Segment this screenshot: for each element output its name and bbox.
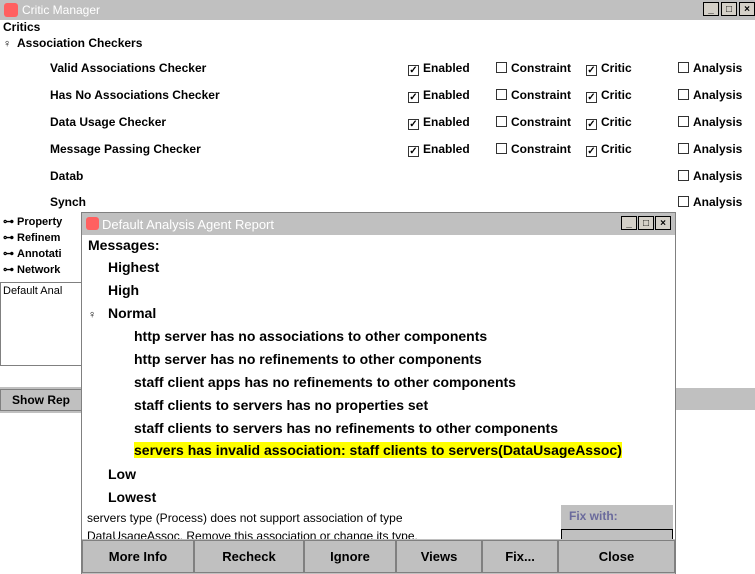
collapsed-node-icon: ⊶ — [3, 248, 14, 260]
checked-icon: ✓ — [408, 92, 419, 103]
app-icon — [4, 3, 18, 17]
level-lowest[interactable]: Lowest — [108, 489, 156, 505]
app-icon — [86, 217, 99, 230]
enabled-checkbox[interactable]: ✓ Enabled — [408, 115, 470, 130]
window-titlebar: Critic Manager _ □ × — [0, 0, 755, 20]
ignore-button[interactable]: Ignore — [304, 540, 396, 573]
expanded-node-icon: ♀ — [88, 309, 97, 321]
level-normal[interactable]: ♀ Normal — [88, 305, 156, 321]
critic-checkbox[interactable]: ✓ Critic — [586, 115, 632, 130]
critic-checkbox[interactable]: ✓ Critic — [586, 142, 632, 157]
critic-label[interactable]: Data Usage Checker — [50, 115, 166, 129]
recheck-button[interactable]: Recheck — [194, 540, 304, 573]
unchecked-icon — [678, 62, 689, 73]
close-dialog-button[interactable]: Close — [558, 540, 675, 573]
checked-icon: ✓ — [586, 92, 597, 103]
tree-node-annotation[interactable]: ⊶ Annotati — [3, 247, 62, 260]
critic-checkbox[interactable]: ✓ Critic — [586, 88, 632, 103]
more-info-button[interactable]: More Info — [82, 540, 194, 573]
message-item[interactable]: staff clients to servers has no properti… — [134, 397, 428, 413]
unchecked-icon — [496, 116, 507, 127]
panel-text: Default Anal — [3, 285, 63, 297]
constraint-checkbox[interactable]: Constraint — [496, 142, 571, 156]
dialog-titlebar: Default Analysis Agent Report _ □ × — [82, 213, 675, 235]
constraint-checkbox[interactable]: Constraint — [496, 61, 571, 75]
checked-icon: ✓ — [586, 65, 597, 76]
message-item[interactable]: staff clients to servers has no refineme… — [134, 420, 558, 436]
messages-label: Messages: — [88, 237, 160, 253]
critic-label[interactable]: Message Passing Checker — [50, 142, 201, 156]
enabled-checkbox[interactable]: ✓ Enabled — [408, 142, 470, 157]
bottom-bar-right — [668, 388, 755, 410]
collapsed-node-icon: ⊶ — [3, 264, 14, 276]
unchecked-icon — [678, 170, 689, 181]
critic-label[interactable]: Synch — [50, 195, 86, 209]
critic-label[interactable]: Datab — [50, 169, 83, 183]
critics-header: Critics — [3, 20, 41, 34]
analysis-checkbox[interactable]: Analysis — [678, 88, 742, 102]
critic-label[interactable]: Has No Associations Checker — [50, 88, 220, 102]
window-title: Critic Manager — [22, 3, 101, 17]
fix-button[interactable]: Fix... — [482, 540, 558, 573]
tree-node-association-checkers[interactable]: ♀ Association Checkers — [3, 36, 142, 50]
unchecked-icon — [678, 143, 689, 154]
checked-icon: ✓ — [408, 146, 419, 157]
message-item[interactable]: http server has no associations to other… — [134, 328, 487, 344]
description-panel: Default Anal — [0, 282, 87, 366]
unchecked-icon — [496, 89, 507, 100]
message-item[interactable]: http server has no refinements to other … — [134, 351, 482, 367]
fix-with-label: Fix with: — [569, 509, 618, 523]
checked-icon: ✓ — [408, 119, 419, 130]
minimize-button[interactable]: _ — [703, 2, 719, 16]
close-button[interactable]: × — [655, 216, 671, 230]
collapsed-node-icon: ⊶ — [3, 232, 14, 244]
constraint-checkbox[interactable]: Constraint — [496, 115, 571, 129]
analysis-report-dialog: Default Analysis Agent Report _ □ × Mess… — [81, 212, 676, 574]
views-button[interactable]: Views — [396, 540, 482, 573]
checked-icon: ✓ — [408, 65, 419, 76]
expanded-node-icon: ♀ — [3, 38, 12, 50]
analysis-checkbox[interactable]: Analysis — [678, 195, 742, 209]
tree-node-refinement[interactable]: ⊶ Refinem — [3, 231, 60, 244]
maximize-button[interactable]: □ — [721, 2, 737, 16]
constraint-checkbox[interactable]: Constraint — [496, 88, 571, 102]
minimize-button[interactable]: _ — [621, 216, 637, 230]
tree-node-property[interactable]: ⊶ Property — [3, 215, 62, 228]
unchecked-icon — [678, 196, 689, 207]
dialog-controls: _ □ × — [621, 216, 671, 230]
level-highest[interactable]: Highest — [108, 259, 159, 275]
close-button[interactable]: × — [739, 2, 755, 16]
message-item[interactable]: staff client apps has no refinements to … — [134, 374, 516, 390]
show-report-button[interactable]: Show Rep — [0, 389, 82, 411]
unchecked-icon — [496, 62, 507, 73]
checked-icon: ✓ — [586, 146, 597, 157]
enabled-checkbox[interactable]: ✓ Enabled — [408, 61, 470, 76]
critic-label[interactable]: Valid Associations Checker — [50, 61, 206, 75]
window-controls: _ □ × — [703, 2, 755, 16]
analysis-checkbox[interactable]: Analysis — [678, 142, 742, 156]
maximize-button[interactable]: □ — [638, 216, 654, 230]
message-item-selected[interactable]: servers has invalid association: staff c… — [134, 442, 622, 458]
bottom-button-bar: Show Rep — [0, 386, 87, 413]
dialog-title: Default Analysis Agent Report — [102, 217, 274, 232]
checked-icon: ✓ — [586, 119, 597, 130]
enabled-checkbox[interactable]: ✓ Enabled — [408, 88, 470, 103]
level-low[interactable]: Low — [108, 466, 136, 482]
unchecked-icon — [496, 143, 507, 154]
analysis-checkbox[interactable]: Analysis — [678, 169, 742, 183]
description-line: servers type (Process) does not support … — [87, 511, 403, 525]
unchecked-icon — [678, 89, 689, 100]
tree-node-network[interactable]: ⊶ Network — [3, 263, 60, 276]
analysis-checkbox[interactable]: Analysis — [678, 61, 742, 75]
analysis-checkbox[interactable]: Analysis — [678, 115, 742, 129]
level-high[interactable]: High — [108, 282, 139, 298]
critic-checkbox[interactable]: ✓ Critic — [586, 61, 632, 76]
unchecked-icon — [678, 116, 689, 127]
collapsed-node-icon: ⊶ — [3, 216, 14, 228]
dialog-button-bar: More Info Recheck Ignore Views Fix... Cl… — [82, 539, 675, 574]
